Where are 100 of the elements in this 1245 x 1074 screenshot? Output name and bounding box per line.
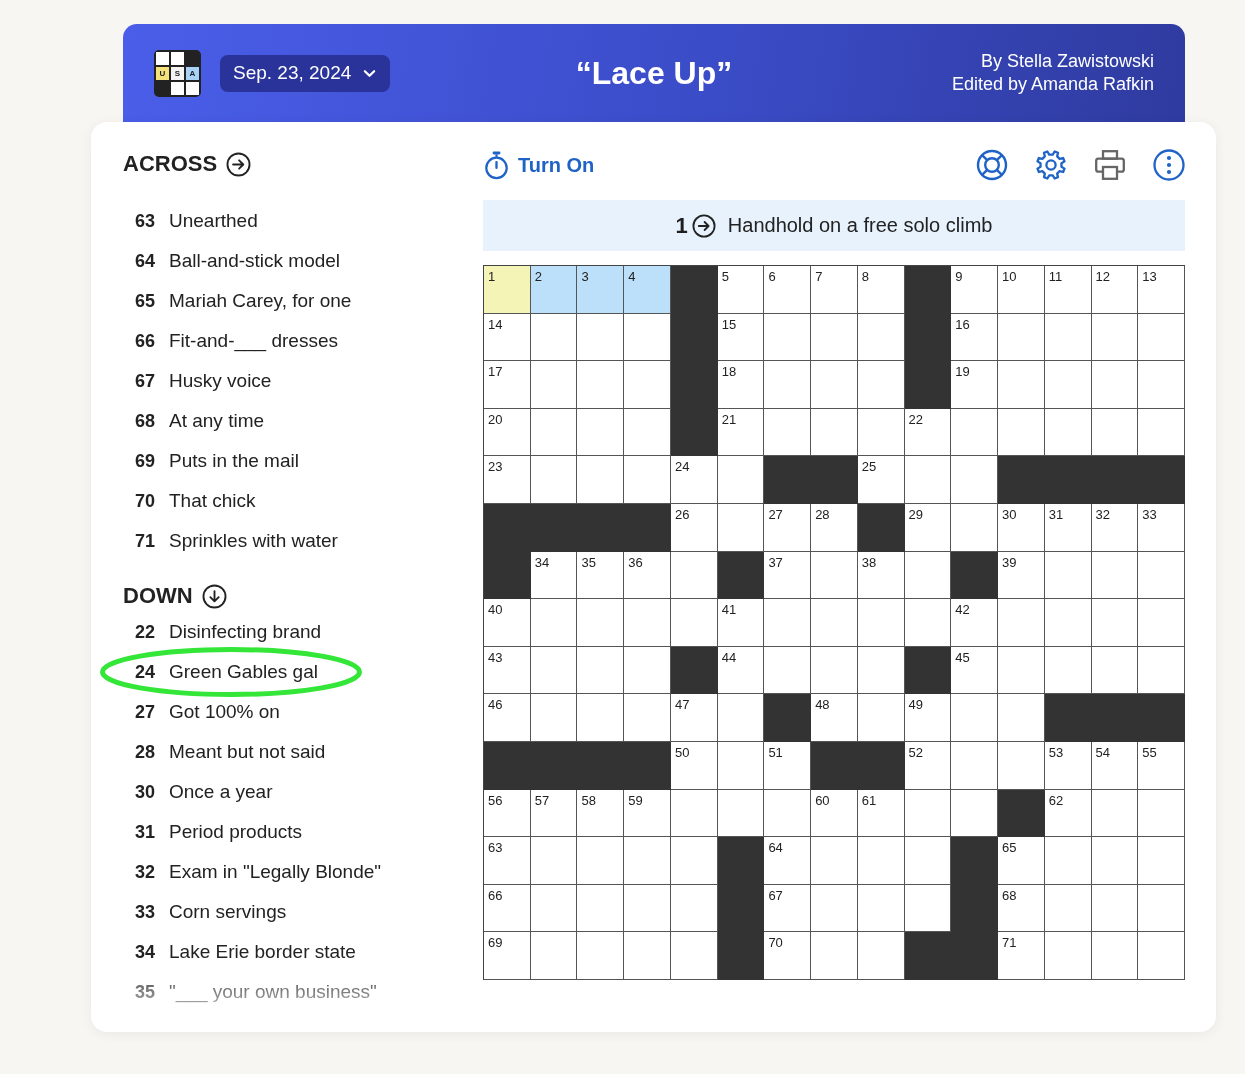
grid-cell[interactable] bbox=[1044, 408, 1092, 457]
grid-cell[interactable]: 39 bbox=[998, 551, 1045, 600]
grid-cell[interactable] bbox=[530, 932, 578, 980]
grid-cell[interactable]: 21 bbox=[717, 408, 765, 457]
grid-cell[interactable] bbox=[811, 313, 858, 362]
grid-cell[interactable]: 61 bbox=[857, 789, 905, 838]
grid-cell[interactable]: 56 bbox=[484, 789, 531, 838]
grid-cell[interactable] bbox=[530, 408, 578, 457]
help-button[interactable] bbox=[976, 149, 1008, 181]
grid-cell[interactable]: 38 bbox=[857, 551, 905, 600]
clue-item[interactable]: 63 Unearthed bbox=[123, 209, 463, 233]
grid-cell[interactable]: 45 bbox=[951, 646, 999, 695]
grid-cell[interactable] bbox=[1138, 932, 1185, 980]
grid-cell[interactable] bbox=[1044, 551, 1092, 600]
grid-cell[interactable] bbox=[624, 837, 671, 885]
grid-cell[interactable] bbox=[577, 694, 625, 742]
grid-cell[interactable]: 33 bbox=[1138, 504, 1185, 552]
clue-item[interactable]: 35 "___ your own business" bbox=[123, 980, 463, 1004]
grid-cell[interactable]: 49 bbox=[904, 694, 952, 742]
grid-cell[interactable] bbox=[717, 456, 765, 504]
grid-cell[interactable] bbox=[1138, 789, 1185, 838]
grid-cell[interactable]: 48 bbox=[811, 694, 858, 742]
date-dropdown[interactable]: Sep. 23, 2024 bbox=[220, 54, 391, 92]
grid-cell[interactable] bbox=[1091, 789, 1139, 838]
grid-cell[interactable] bbox=[1044, 646, 1092, 695]
clue-item[interactable]: 33 Corn servings bbox=[123, 900, 463, 924]
grid-cell[interactable] bbox=[717, 504, 765, 552]
grid-cell[interactable]: 9 bbox=[951, 266, 999, 314]
grid-cell[interactable] bbox=[811, 551, 858, 600]
grid-cell[interactable] bbox=[811, 408, 858, 457]
grid-cell[interactable] bbox=[764, 313, 812, 362]
grid-cell[interactable]: 69 bbox=[484, 932, 531, 980]
grid-cell[interactable]: 1 bbox=[484, 266, 531, 314]
grid-cell[interactable] bbox=[998, 361, 1045, 409]
grid-cell[interactable]: 59 bbox=[624, 789, 671, 838]
grid-cell[interactable] bbox=[530, 456, 578, 504]
grid-cell[interactable]: 30 bbox=[998, 504, 1045, 552]
grid-cell[interactable] bbox=[857, 361, 905, 409]
grid-cell[interactable] bbox=[998, 408, 1045, 457]
grid-cell[interactable] bbox=[811, 361, 858, 409]
grid-cell[interactable] bbox=[811, 646, 858, 695]
grid-cell[interactable] bbox=[577, 361, 625, 409]
grid-cell[interactable]: 60 bbox=[811, 789, 858, 838]
grid-cell[interactable]: 7 bbox=[811, 266, 858, 314]
grid-cell[interactable] bbox=[670, 837, 718, 885]
grid-cell[interactable] bbox=[530, 361, 578, 409]
grid-cell[interactable] bbox=[577, 646, 625, 695]
grid-cell[interactable] bbox=[951, 504, 999, 552]
grid-cell[interactable] bbox=[670, 599, 718, 647]
grid-cell[interactable] bbox=[904, 837, 952, 885]
timer-button[interactable]: Turn On bbox=[483, 150, 595, 180]
grid-cell[interactable] bbox=[1091, 313, 1139, 362]
grid-cell[interactable] bbox=[764, 361, 812, 409]
grid-cell[interactable] bbox=[530, 884, 578, 933]
grid-cell[interactable] bbox=[1091, 932, 1139, 980]
grid-cell[interactable] bbox=[1138, 361, 1185, 409]
grid-cell[interactable] bbox=[577, 599, 625, 647]
grid-cell[interactable]: 42 bbox=[951, 599, 999, 647]
grid-cell[interactable] bbox=[624, 456, 671, 504]
grid-cell[interactable]: 35 bbox=[577, 551, 625, 600]
grid-cell[interactable]: 5 bbox=[717, 266, 765, 314]
grid-cell[interactable] bbox=[857, 884, 905, 933]
grid-cell[interactable] bbox=[1091, 361, 1139, 409]
grid-cell[interactable]: 50 bbox=[670, 742, 718, 790]
grid-cell[interactable]: 29 bbox=[904, 504, 952, 552]
grid-cell[interactable]: 18 bbox=[717, 361, 765, 409]
grid-cell[interactable]: 52 bbox=[904, 742, 952, 790]
grid-cell[interactable] bbox=[670, 789, 718, 838]
grid-cell[interactable] bbox=[1091, 884, 1139, 933]
grid-cell[interactable] bbox=[904, 599, 952, 647]
grid-cell[interactable] bbox=[1044, 313, 1092, 362]
grid-cell[interactable] bbox=[670, 932, 718, 980]
grid-cell[interactable]: 62 bbox=[1044, 789, 1092, 838]
grid-cell[interactable]: 25 bbox=[857, 456, 905, 504]
grid-cell[interactable]: 26 bbox=[670, 504, 718, 552]
grid-cell[interactable]: 57 bbox=[530, 789, 578, 838]
grid-cell[interactable]: 54 bbox=[1091, 742, 1139, 790]
grid-cell[interactable] bbox=[857, 599, 905, 647]
grid-cell[interactable]: 13 bbox=[1138, 266, 1185, 314]
clue-item[interactable]: 32 Exam in "Legally Blonde" bbox=[123, 860, 463, 884]
grid-cell[interactable]: 44 bbox=[717, 646, 765, 695]
clue-item[interactable]: 69 Puts in the mail bbox=[123, 449, 463, 473]
grid-cell[interactable]: 16 bbox=[951, 313, 999, 362]
clue-item[interactable]: 30 Once a year bbox=[123, 780, 463, 804]
grid-cell[interactable] bbox=[904, 789, 952, 838]
settings-button[interactable] bbox=[1035, 149, 1067, 181]
grid-cell[interactable] bbox=[998, 313, 1045, 362]
clue-item[interactable]: 68 At any time bbox=[123, 409, 463, 433]
grid-cell[interactable] bbox=[764, 789, 812, 838]
grid-cell[interactable]: 22 bbox=[904, 408, 952, 457]
grid-cell[interactable]: 2 bbox=[530, 266, 578, 314]
grid-cell[interactable]: 17 bbox=[484, 361, 531, 409]
grid-cell[interactable]: 37 bbox=[764, 551, 812, 600]
grid-cell[interactable] bbox=[1044, 837, 1092, 885]
grid-cell[interactable] bbox=[624, 932, 671, 980]
grid-cell[interactable] bbox=[1138, 408, 1185, 457]
grid-cell[interactable] bbox=[857, 932, 905, 980]
grid-cell[interactable] bbox=[624, 646, 671, 695]
grid-cell[interactable] bbox=[998, 599, 1045, 647]
grid-cell[interactable] bbox=[857, 694, 905, 742]
